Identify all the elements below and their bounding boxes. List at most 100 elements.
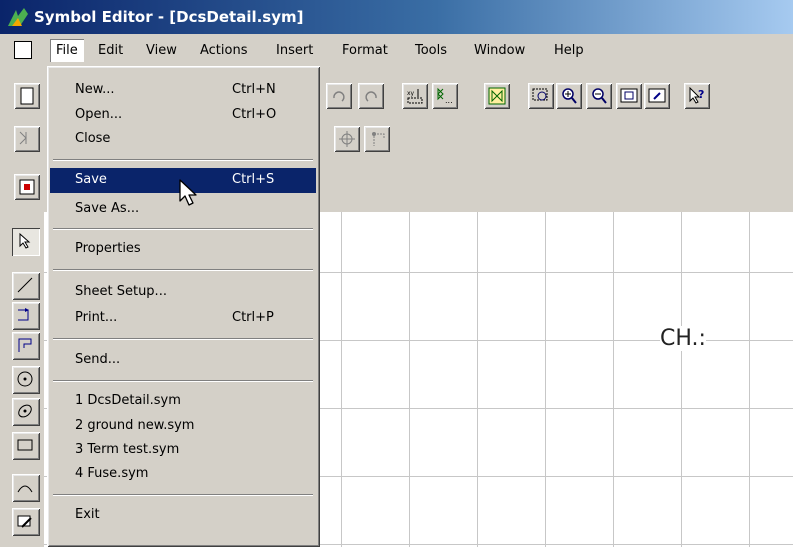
title-bar: Symbol Editor - [DcsDetail.sym] [0, 0, 793, 34]
arc-tool-button[interactable] [12, 474, 40, 502]
redo-button[interactable] [358, 83, 384, 109]
text-edit-icon [17, 515, 32, 528]
menu-item-new[interactable]: New... Ctrl+N [50, 78, 316, 103]
recent-file-label: 3 Term test.sym [75, 442, 180, 457]
menu-format[interactable]: Format [342, 43, 388, 58]
zoom-fit-icon [620, 88, 638, 103]
menu-separator [53, 228, 313, 230]
polyline-icon [18, 338, 32, 352]
recent-file-label: 4 Fuse.sym [75, 466, 149, 481]
menu-item-open-label: Open... [75, 107, 123, 122]
pin-icon [19, 131, 27, 145]
menu-item-new-shortcut: Ctrl+N [232, 82, 276, 97]
coordinates-button[interactable]: xy [402, 83, 428, 109]
menu-file[interactable]: File [50, 39, 84, 62]
recent-file-3[interactable]: 3 Term test.sym [50, 438, 316, 463]
context-help-button[interactable]: ? [684, 83, 710, 109]
recent-file-1[interactable]: 1 DcsDetail.sym [50, 389, 316, 414]
circle-icon [17, 371, 33, 387]
menu-item-print[interactable]: Print... Ctrl+P [50, 306, 316, 331]
menu-item-send-label: Send... [75, 352, 121, 367]
undo-button[interactable] [326, 83, 352, 109]
menu-item-exit-label: Exit [75, 507, 100, 522]
document-icon[interactable] [14, 41, 32, 59]
ellipse-tool-button[interactable] [12, 398, 40, 426]
polyline-tool-button[interactable] [12, 332, 40, 360]
menu-actions[interactable]: Actions [200, 43, 248, 58]
menu-item-properties[interactable]: Properties [50, 237, 316, 262]
rectangle-tool-button[interactable] [12, 432, 40, 460]
menu-edit[interactable]: Edit [98, 43, 123, 58]
menu-separator [53, 269, 313, 271]
line-icon [17, 277, 33, 293]
window-title: Symbol Editor - [DcsDetail.sym] [34, 8, 304, 26]
undo-icon [333, 91, 345, 102]
menu-item-open[interactable]: Open... Ctrl+O [50, 103, 316, 128]
redo-icon [365, 91, 377, 102]
connection-point-icon [372, 132, 385, 146]
component-button[interactable]: ... [432, 83, 458, 109]
menu-separator [53, 159, 313, 161]
pointer-icon [19, 232, 31, 249]
menu-item-close-label: Close [75, 131, 111, 146]
insert-symbol-button[interactable] [484, 83, 510, 109]
pin-button[interactable] [14, 126, 40, 152]
zoom-window-icon [532, 88, 548, 101]
menu-item-save-as-label: Save As... [75, 201, 140, 216]
symbol-editor-app-icon [8, 8, 28, 26]
menu-item-sheet-setup[interactable]: Sheet Setup... [50, 280, 316, 305]
connection-point-button[interactable] [364, 126, 390, 152]
ellipse-icon [18, 404, 32, 418]
zoom-out-button[interactable] [586, 83, 612, 109]
recent-file-label: 2 ground new.sym [75, 418, 195, 433]
menu-insert[interactable]: Insert [276, 43, 313, 58]
crosshair-icon [339, 131, 355, 147]
menu-window[interactable]: Window [474, 43, 525, 58]
text-tool-button[interactable] [12, 508, 40, 536]
select-mode-button[interactable] [14, 174, 40, 200]
zoom-in-button[interactable] [556, 83, 582, 109]
svg-text:?: ? [698, 88, 704, 101]
menu-item-exit[interactable]: Exit [50, 503, 316, 528]
menu-bar: File Edit View Actions Insert Format Too… [0, 34, 793, 67]
menu-item-send[interactable]: Send... [50, 348, 316, 373]
menu-item-save-shortcut: Ctrl+S [232, 172, 275, 187]
snap-point-button[interactable] [334, 126, 360, 152]
zoom-window-button[interactable] [528, 83, 554, 109]
menu-view[interactable]: View [146, 43, 177, 58]
arc-icon [17, 485, 33, 493]
insert-symbol-icon [488, 87, 506, 105]
zoom-out-icon [592, 88, 607, 104]
menu-item-new-label: New... [75, 82, 115, 97]
menu-item-print-shortcut: Ctrl+P [232, 310, 274, 325]
new-file-icon [20, 87, 34, 105]
coordinates-icon: xy [407, 89, 423, 104]
arrow-line-tool-button[interactable] [12, 302, 40, 330]
circle-tool-button[interactable] [12, 366, 40, 394]
pan-button[interactable] [644, 83, 670, 109]
menu-tools[interactable]: Tools [415, 43, 447, 58]
menu-item-properties-label: Properties [75, 241, 141, 256]
menu-item-sheet-setup-label: Sheet Setup... [75, 284, 167, 299]
zoom-fit-button[interactable] [616, 83, 642, 109]
menu-separator [53, 380, 313, 382]
menu-item-open-shortcut: Ctrl+O [232, 107, 277, 122]
pan-icon [648, 88, 666, 103]
pointer-tool-button[interactable] [12, 228, 40, 256]
component-icon: ... [437, 87, 453, 105]
grid-select-icon [19, 179, 35, 195]
recent-file-2[interactable]: 2 ground new.sym [50, 414, 316, 439]
canvas-text-ch[interactable]: CH.: [660, 326, 706, 351]
rectangle-icon [17, 439, 33, 451]
new-file-button[interactable] [14, 83, 40, 109]
menu-separator [53, 338, 313, 340]
svg-text:xy: xy [407, 90, 415, 97]
menu-help[interactable]: Help [554, 43, 584, 58]
arrow-line-icon [18, 308, 29, 321]
svg-text:...: ... [445, 96, 453, 105]
menu-separator [53, 494, 313, 496]
line-tool-button[interactable] [12, 272, 40, 300]
mouse-cursor-icon [179, 179, 197, 206]
recent-file-4[interactable]: 4 Fuse.sym [50, 462, 316, 487]
menu-item-close[interactable]: Close [50, 127, 316, 152]
